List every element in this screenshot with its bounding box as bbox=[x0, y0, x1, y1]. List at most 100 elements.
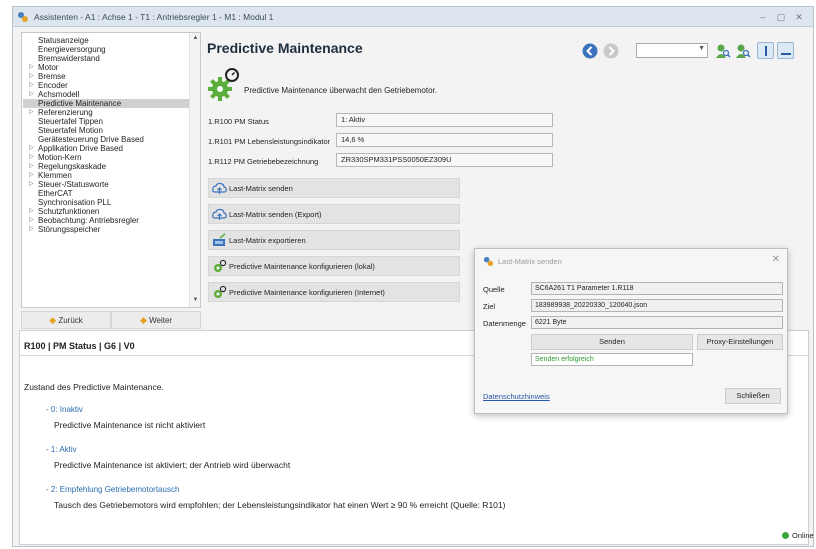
back-nav-icon[interactable] bbox=[582, 43, 598, 59]
title-bar: Assistenten - A1 : Achse 1 - T1 : Antrie… bbox=[13, 7, 813, 27]
app-icon bbox=[483, 256, 494, 267]
send-status-field: Senden erfolgreich bbox=[531, 353, 693, 366]
state-key: - 2: Empfehlung Getriebemotortausch bbox=[46, 485, 180, 494]
send-load-matrix-export-button[interactable]: Last-Matrix senden (Export) bbox=[208, 204, 460, 224]
param-label: 1.R112 PM Getriebebezeichnung bbox=[208, 157, 319, 166]
tree-item[interactable]: Steuertafel Tippen bbox=[38, 117, 103, 126]
back-button-label: Zurück bbox=[58, 316, 83, 325]
proxy-settings-button[interactable]: Proxy-Einstellungen bbox=[697, 334, 783, 350]
back-button[interactable]: ◆ Zurück bbox=[21, 311, 111, 329]
tree-item[interactable]: Energieversorgung bbox=[38, 45, 106, 54]
tree-item[interactable]: ▷ Achsmodell bbox=[29, 90, 80, 99]
target-field[interactable]: 183989938_20220330_120040.json bbox=[531, 299, 783, 312]
column-icon bbox=[765, 46, 767, 56]
tree-item[interactable]: ▷ Beobachtung: Antriebsregler bbox=[29, 216, 139, 225]
row-icon bbox=[781, 53, 791, 55]
tree-item[interactable]: ▷ Applikation Drive Based bbox=[29, 144, 123, 153]
tree-item[interactable]: Statusanzeige bbox=[38, 36, 89, 45]
tree-item[interactable]: ▷ Schutzfunktionen bbox=[29, 207, 99, 216]
tree-item[interactable]: Steuertafel Motion bbox=[38, 126, 103, 135]
tree-item[interactable]: ▷ Referenzierung bbox=[29, 108, 93, 117]
close-icon[interactable]: ✕ bbox=[772, 254, 780, 265]
expand-icon[interactable]: ▷ bbox=[29, 72, 34, 81]
configure-pm-internet-button[interactable]: Predictive Maintenance konfigurieren (In… bbox=[208, 282, 460, 302]
tree-item-label: Störungsspeicher bbox=[38, 225, 101, 234]
dialog-title: Last-Matrix senden bbox=[498, 257, 562, 266]
action-label: Last-Matrix senden (Export) bbox=[229, 210, 322, 219]
lifetime-indicator-field[interactable]: 14,6 % bbox=[336, 133, 553, 147]
source-label: Quelle bbox=[483, 285, 505, 294]
layout-toggle-button[interactable] bbox=[777, 42, 794, 59]
tree-item[interactable]: ▷ Bremse bbox=[29, 72, 66, 81]
export-load-matrix-button[interactable]: Last-Matrix exportieren bbox=[208, 230, 460, 250]
tree-item[interactable]: ▷ Störungsspeicher bbox=[29, 225, 101, 234]
tree-item[interactable]: ▷ Encoder bbox=[29, 81, 68, 90]
expand-icon[interactable]: ▷ bbox=[29, 180, 34, 189]
search-person-icon[interactable] bbox=[715, 43, 731, 59]
cloud-upload-icon bbox=[212, 208, 227, 220]
arrow-left-icon: ◆ bbox=[49, 315, 57, 325]
tree-item[interactable]: ▷ Regelungskaskade bbox=[29, 162, 106, 171]
tree-scrollbar[interactable]: ▲ ▼ bbox=[189, 33, 200, 307]
arrow-right-icon: ◆ bbox=[139, 315, 147, 325]
tree-item-label: Bremse bbox=[38, 72, 66, 81]
gear-icon bbox=[214, 285, 227, 298]
tree-item[interactable]: ▷ Steuer-/Statusworte bbox=[29, 180, 109, 189]
search-dropdown[interactable]: ▼ bbox=[636, 43, 708, 58]
expand-icon[interactable]: ▷ bbox=[29, 207, 34, 216]
expand-icon[interactable]: ▷ bbox=[29, 81, 34, 90]
minimize-button[interactable]: – bbox=[755, 10, 771, 24]
expand-icon[interactable]: ▷ bbox=[29, 225, 34, 234]
scroll-down-icon[interactable]: ▼ bbox=[190, 297, 200, 303]
expand-icon[interactable]: ▷ bbox=[29, 144, 34, 153]
search-next-icon[interactable] bbox=[735, 43, 751, 59]
send-button[interactable]: Senden bbox=[531, 334, 693, 350]
pm-status-field[interactable]: 1: Aktiv bbox=[336, 113, 553, 127]
configure-pm-local-button[interactable]: Predictive Maintenance konfigurieren (lo… bbox=[208, 256, 460, 276]
forward-nav-icon[interactable] bbox=[603, 43, 619, 59]
send-load-matrix-button[interactable]: Last-Matrix senden bbox=[208, 178, 460, 198]
next-button-label: Weiter bbox=[149, 316, 173, 325]
tree-item[interactable]: Gerätesteuerung Drive Based bbox=[38, 135, 144, 144]
expand-icon[interactable]: ▷ bbox=[29, 162, 34, 171]
tree-item-label: Steuertafel Tippen bbox=[38, 117, 103, 126]
close-dialog-button[interactable]: Schließen bbox=[725, 388, 781, 404]
scroll-up-icon[interactable]: ▲ bbox=[190, 35, 200, 41]
intro-text: Predictive Maintenance überwacht den Get… bbox=[244, 86, 437, 95]
expand-icon[interactable]: ▷ bbox=[29, 153, 34, 162]
expand-icon[interactable]: ▷ bbox=[29, 90, 34, 99]
tree-item-label: EtherCAT bbox=[38, 189, 73, 198]
source-field[interactable]: SC6A261 T1 Parameter 1.R118 bbox=[531, 282, 783, 295]
tree-item[interactable]: ▷ Klemmen bbox=[29, 171, 72, 180]
privacy-link[interactable]: Datenschutzhinweis bbox=[483, 392, 550, 401]
action-label: Last-Matrix exportieren bbox=[229, 236, 306, 245]
size-field[interactable]: 6221 Byte bbox=[531, 316, 783, 329]
state-text: Tausch des Getriebemotors wird empfohlen… bbox=[54, 500, 506, 510]
export-icon bbox=[213, 233, 226, 246]
tree-item[interactable]: EtherCAT bbox=[38, 189, 73, 198]
gear-designation-field[interactable]: ZR330SPM331PSS0050EZ309U bbox=[336, 153, 553, 167]
maximize-button[interactable]: ▢ bbox=[773, 10, 789, 24]
view-toggle-button[interactable] bbox=[757, 42, 774, 59]
tree-item[interactable]: ▷ Motion-Kern bbox=[29, 153, 82, 162]
close-button[interactable]: ✕ bbox=[791, 10, 807, 24]
tree-item-label: Steuer-/Statusworte bbox=[38, 180, 109, 189]
tree-item-label: Energieversorgung bbox=[38, 45, 106, 54]
expand-icon[interactable]: ▷ bbox=[29, 171, 34, 180]
expand-icon[interactable]: ▷ bbox=[29, 216, 34, 225]
tree-item-label: Referenzierung bbox=[38, 108, 93, 117]
state-key: - 1: Aktiv bbox=[46, 445, 77, 454]
gear-icon bbox=[214, 259, 227, 272]
expand-icon[interactable]: ▷ bbox=[29, 108, 34, 117]
description-title: R100 | PM Status | G6 | V0 bbox=[24, 341, 135, 351]
tree-item[interactable]: Synchronisation PLL bbox=[38, 198, 111, 207]
tree-item[interactable]: Bremswiderstand bbox=[38, 54, 100, 63]
tree-item-predictive-maintenance[interactable]: Predictive Maintenance bbox=[23, 99, 189, 108]
gear-icon bbox=[208, 68, 239, 101]
next-button[interactable]: ◆ Weiter bbox=[111, 311, 201, 329]
tree-item-label: Achsmodell bbox=[38, 90, 80, 99]
target-label: Ziel bbox=[483, 302, 496, 311]
description-intro: Zustand des Predictive Maintenance. bbox=[24, 382, 164, 392]
tree-item[interactable]: ▷ Motor bbox=[29, 63, 58, 72]
expand-icon[interactable]: ▷ bbox=[29, 63, 34, 72]
